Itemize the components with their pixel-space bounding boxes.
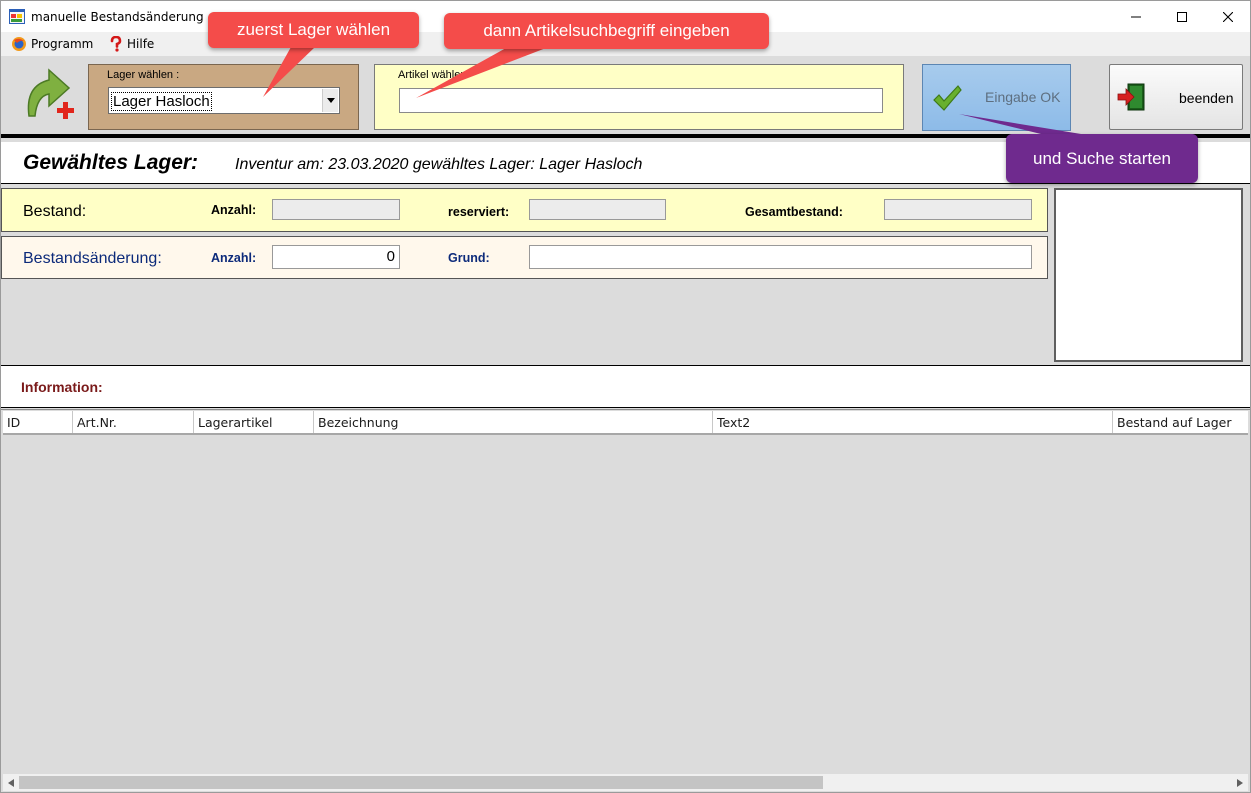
grund-label: Grund: <box>448 251 490 265</box>
gesamtbestand-label: Gesamtbestand: <box>745 205 843 219</box>
col-lagerartikel[interactable]: Lagerartikel <box>194 411 314 433</box>
minimize-button[interactable] <box>1113 1 1159 32</box>
checkmark-icon <box>933 85 962 111</box>
aenderung-anzahl-input[interactable]: 0 <box>272 245 400 269</box>
app-window: manuelle Bestandsänderung Programm Hilfe… <box>0 0 1251 793</box>
reserviert-field <box>529 199 666 220</box>
beenden-button[interactable]: beenden <box>1109 64 1243 130</box>
col-text2[interactable]: Text2 <box>713 411 1113 433</box>
callout-lager-waehlen: zuerst Lager wählen <box>208 12 419 48</box>
scroll-left-icon[interactable] <box>5 777 17 789</box>
bestand-panel: Bestand: Anzahl: reserviert: Gesamtbesta… <box>1 188 1048 232</box>
menu-programm-label: Programm <box>31 37 94 51</box>
col-bezeichnung[interactable]: Bezeichnung <box>314 411 713 433</box>
dropdown-arrow-icon[interactable] <box>322 89 338 112</box>
col-id[interactable]: ID <box>3 411 73 433</box>
callout-3-text: und Suche starten <box>1033 148 1171 168</box>
information-label: Information: <box>21 379 103 395</box>
lager-value: Lager Hasloch <box>111 92 212 111</box>
toolbar: Lager wählen : Lager Hasloch Artikel wäh… <box>1 56 1250 138</box>
menu-hilfe[interactable]: Hilfe <box>109 35 154 53</box>
maximize-icon <box>1177 11 1187 22</box>
artikel-search-input[interactable] <box>399 88 883 113</box>
bestandsaenderung-panel: Bestandsänderung: Anzahl: 0 Grund: <box>1 236 1048 279</box>
close-button[interactable] <box>1205 1 1250 32</box>
grid-header: ID Art.Nr. Lagerartikel Bezeichnung Text… <box>3 411 1248 435</box>
inventory-info: Inventur am: 23.03.2020 gewähltes Lager:… <box>235 156 643 173</box>
programm-icon <box>12 37 26 51</box>
minimize-icon <box>1131 16 1141 17</box>
col-artnr[interactable]: Art.Nr. <box>73 411 194 433</box>
reserviert-label: reserviert: <box>448 205 510 219</box>
app-icon <box>9 9 25 24</box>
grund-input[interactable] <box>529 245 1032 269</box>
artikel-label: Artikel wählen <box>398 69 467 81</box>
horizontal-scrollbar[interactable] <box>3 774 1248 791</box>
article-image-box <box>1054 188 1243 362</box>
lager-combobox[interactable]: Lager Hasloch <box>108 87 340 114</box>
lager-label: Lager wählen : <box>107 69 180 81</box>
exit-door-icon <box>1117 83 1145 111</box>
help-icon <box>110 36 122 52</box>
new-entry-arrow-icon[interactable] <box>19 64 77 124</box>
bestand-anzahl-field <box>272 199 400 220</box>
menu-hilfe-label: Hilfe <box>127 37 155 51</box>
artikel-select-panel: Artikel wählen <box>374 64 904 130</box>
gesamtbestand-field <box>884 199 1032 220</box>
scroll-right-icon[interactable] <box>1234 777 1246 789</box>
information-bar: Information: <box>1 365 1250 408</box>
bestand-anzahl-label: Anzahl: <box>211 203 257 217</box>
window-title: manuelle Bestandsänderung <box>31 10 204 24</box>
scrollbar-thumb[interactable] <box>19 776 823 789</box>
selected-warehouse-title: Gewähltes Lager: <box>23 151 199 174</box>
eingabe-ok-button[interactable]: Eingabe OK <box>922 64 1071 131</box>
callout-artikel-eingeben: dann Artikelsuchbegriff eingeben <box>444 13 769 49</box>
aenderung-anzahl-label: Anzahl: <box>211 251 257 265</box>
callout-suche-starten: und Suche starten <box>1006 134 1198 183</box>
maximize-button[interactable] <box>1159 1 1205 32</box>
article-grid[interactable]: ID Art.Nr. Lagerartikel Bezeichnung Text… <box>1 409 1250 792</box>
bestandsaenderung-title: Bestandsänderung: <box>23 250 162 267</box>
lager-select-panel: Lager wählen : Lager Hasloch <box>88 64 359 130</box>
col-bestand-auf-lager[interactable]: Bestand auf Lager <box>1113 411 1248 433</box>
eingabe-ok-label: Eingabe OK <box>985 89 1061 105</box>
callout-2-text: dann Artikelsuchbegriff eingeben <box>483 21 730 40</box>
close-icon <box>1223 11 1233 22</box>
callout-1-text: zuerst Lager wählen <box>236 20 391 39</box>
bestand-title: Bestand: <box>23 203 87 220</box>
beenden-label: beenden <box>1179 90 1234 106</box>
menu-programm[interactable]: Programm <box>11 35 93 53</box>
